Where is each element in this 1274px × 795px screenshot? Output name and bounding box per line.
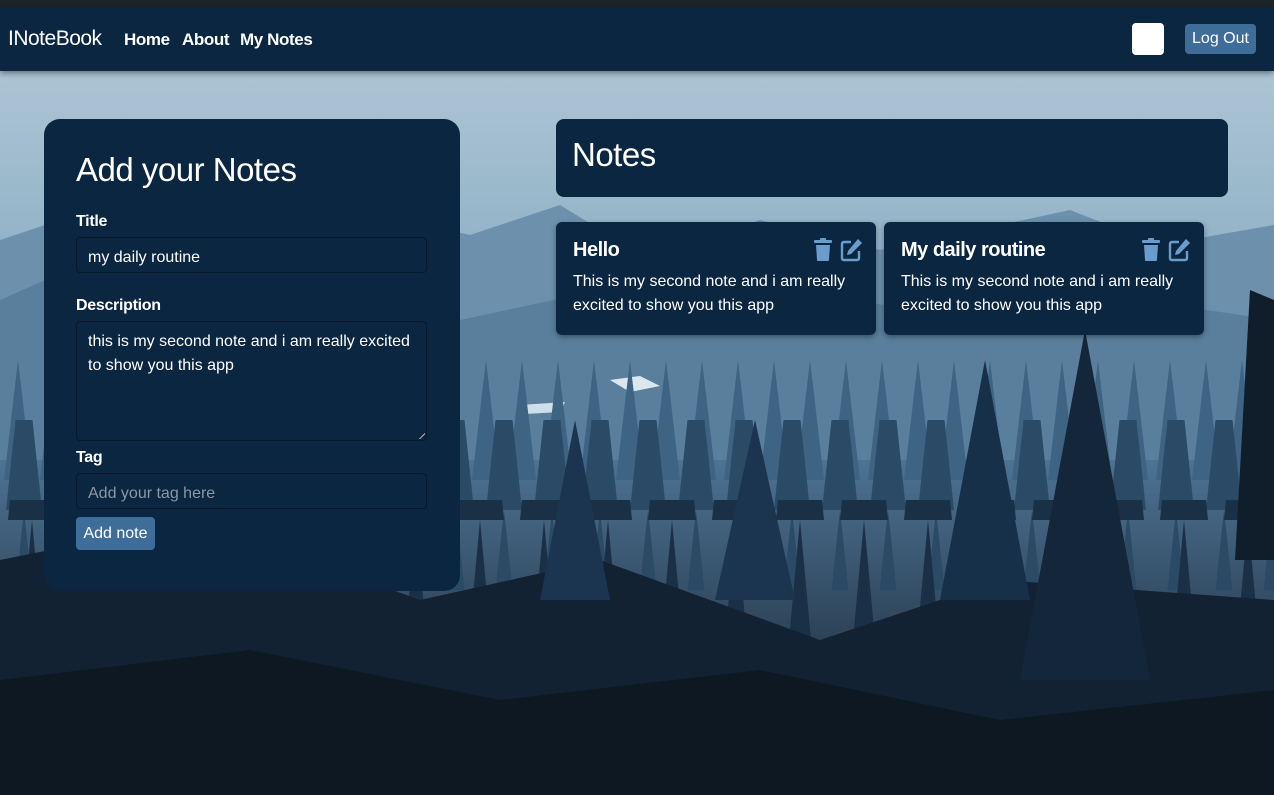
trash-icon[interactable] [1140,238,1162,262]
title-label: Title [76,213,108,230]
note-title: Hello [573,239,620,261]
note-title: My daily routine [901,239,1046,261]
tag-label: Tag [76,449,103,466]
logout-button[interactable]: Log Out [1185,24,1256,54]
notes-header: Notes [556,119,1228,197]
resize-handle[interactable] [418,432,425,439]
note-card: Hello This is my second note and i am re… [556,222,876,335]
navbar: INoteBook Home About My Notes Log Out [0,8,1274,71]
note-card: My daily routine This is my second note … [884,222,1204,335]
tag-input[interactable]: Add your tag here [76,473,427,509]
add-note-button[interactable]: Add note [76,517,155,550]
note-description: This is my second note and i am really e… [901,273,1174,314]
nav-link-my-notes[interactable]: My Notes [240,30,313,50]
description-label: Description [76,297,161,314]
trash-icon[interactable] [812,238,834,262]
edit-icon[interactable] [1168,238,1190,262]
note-description: This is my second note and i am really e… [573,273,846,314]
nav-link-about[interactable]: About [182,30,229,50]
description-textarea[interactable]: this is my second note and i am really e… [76,321,427,441]
edit-icon[interactable] [840,238,862,262]
theme-toggle-button[interactable] [1132,23,1164,55]
window-top-strip [0,0,1274,8]
tag-placeholder: Add your tag here [88,485,216,502]
title-input[interactable]: my daily routine [76,237,427,273]
nav-link-home[interactable]: Home [124,30,170,50]
add-note-form: Add your Notes Title my daily routine De… [44,119,460,591]
brand-logo[interactable]: INoteBook [8,27,102,51]
description-text: this is my second note and i am really e… [88,333,410,374]
notes-heading: Notes [572,136,656,173]
form-heading: Add your Notes [76,151,297,188]
